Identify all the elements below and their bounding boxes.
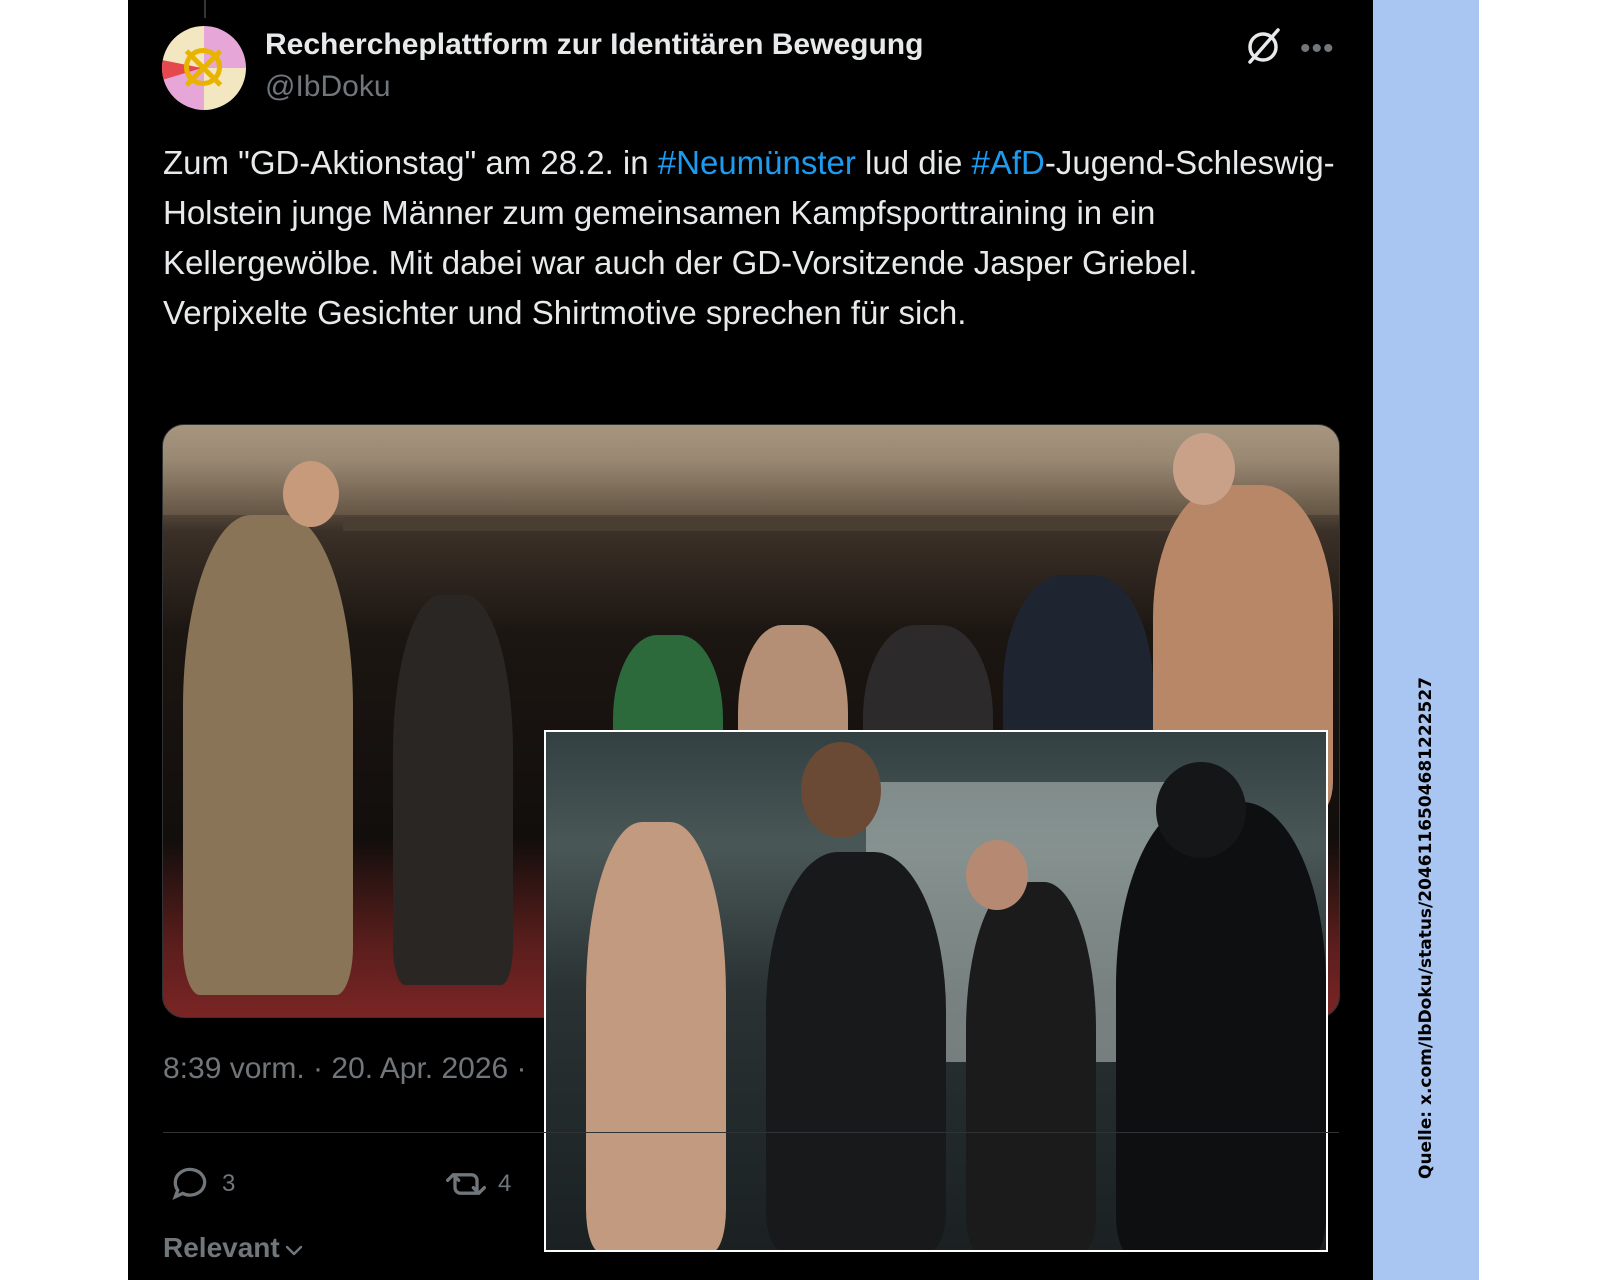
thread-line — [204, 0, 206, 18]
tweet-timestamp[interactable]: 8:39 vorm. · 20. Apr. 2026 · — [163, 1052, 527, 1086]
sort-dropdown[interactable]: Relevant — [163, 1232, 304, 1264]
divider — [163, 1132, 1339, 1133]
tweet-photo-sparring[interactable] — [544, 730, 1328, 1252]
tweet-text-part: lud die — [855, 144, 972, 181]
photo-person — [966, 882, 1096, 1250]
photo-person — [586, 822, 726, 1250]
author-handle[interactable]: @IbDoku — [265, 70, 391, 104]
hashtag-link[interactable]: #Neumünster — [658, 144, 856, 181]
avatar[interactable] — [162, 26, 246, 110]
photo-head — [801, 742, 881, 838]
tweet-text: Zum "GD-Aktionstag" am 28.2. in #Neumüns… — [163, 138, 1343, 338]
photo-ceiling — [163, 425, 1339, 515]
tweet-text-part: Zum "GD-Aktionstag" am 28.2. in — [163, 144, 658, 181]
reply-button[interactable]: 3 — [168, 1162, 235, 1206]
hashtag-link[interactable]: #AfD — [971, 144, 1044, 181]
photo-beam — [343, 517, 1243, 531]
source-caption: Quelle: x.com/IbDoku/status/204611650468… — [1416, 676, 1436, 1180]
photo-person — [766, 852, 946, 1250]
grok-icon[interactable] — [1244, 26, 1284, 66]
retweet-icon — [446, 1173, 486, 1195]
sort-label: Relevant — [163, 1232, 280, 1263]
chevron-down-icon — [285, 1245, 302, 1255]
photo-head — [1173, 433, 1235, 505]
author-name[interactable]: Rechercheplattform zur Identitären Beweg… — [265, 28, 923, 62]
reply-count: 3 — [222, 1170, 236, 1197]
retweet-button[interactable]: 4 — [444, 1162, 511, 1206]
more-icon[interactable]: ••• — [1300, 32, 1335, 66]
photo-person — [393, 595, 513, 985]
photo-head — [1156, 762, 1246, 858]
photo-person — [1116, 802, 1326, 1250]
retweet-count: 4 — [498, 1170, 512, 1197]
reply-icon — [172, 1167, 207, 1201]
photo-person — [183, 515, 353, 995]
photo-head — [283, 461, 339, 527]
tweet-card: Rechercheplattform zur Identitären Beweg… — [128, 0, 1373, 1280]
photo-head — [966, 840, 1028, 910]
